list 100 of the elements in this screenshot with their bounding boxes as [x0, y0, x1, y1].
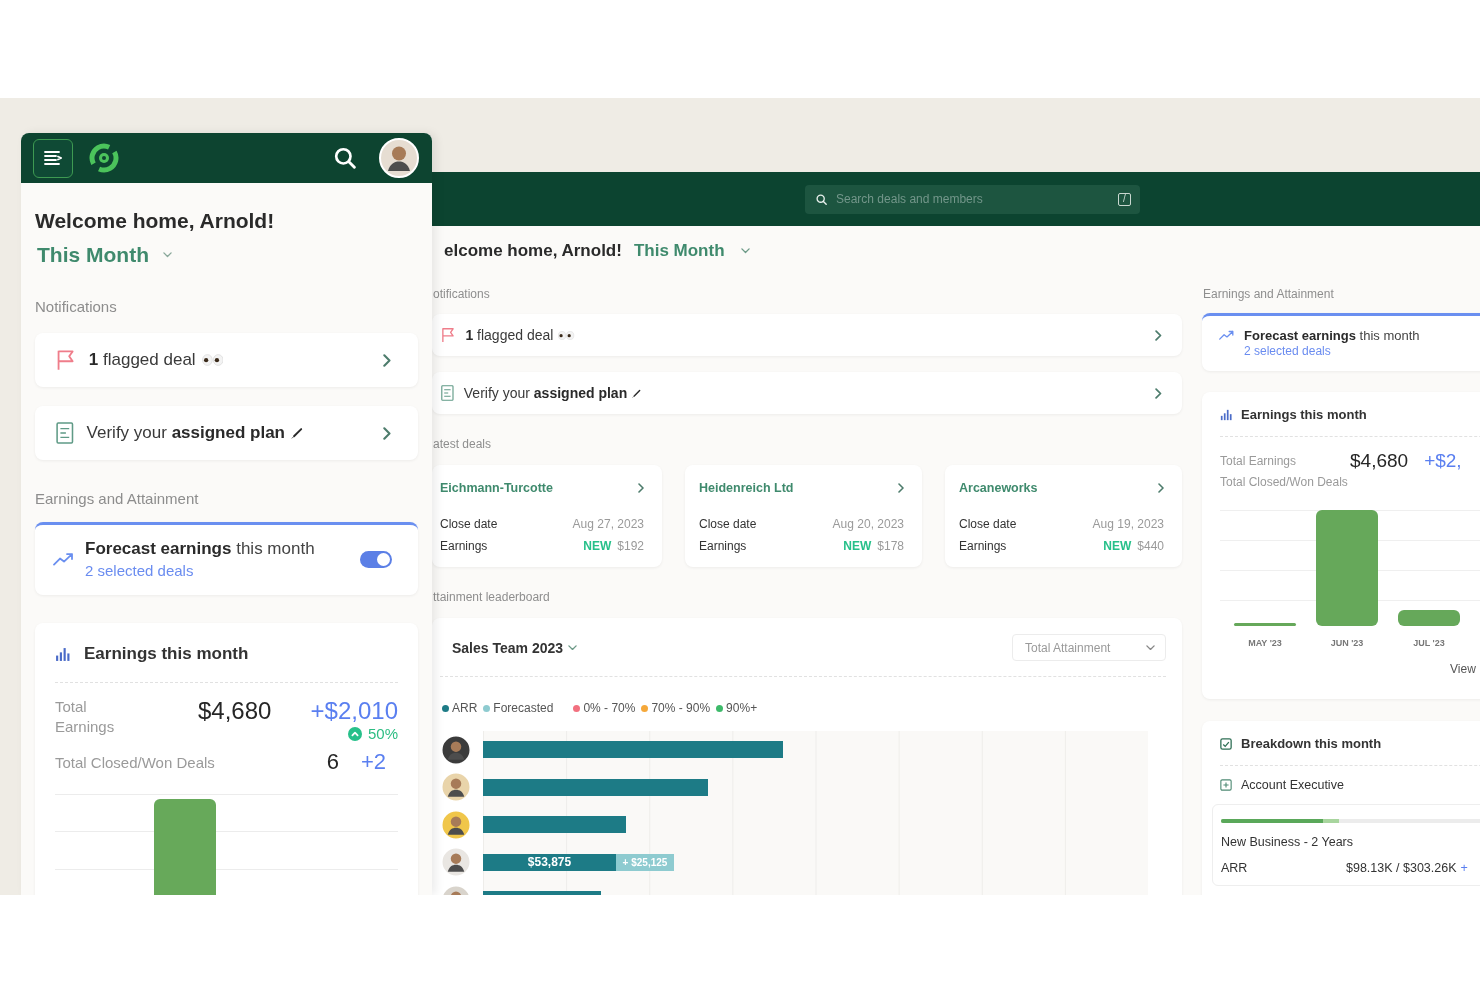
notification-card[interactable]: Verify your assigned plan: [35, 406, 418, 460]
deal-name: Eichmann-Turcotte: [440, 481, 553, 495]
new-label: NEW: [1103, 539, 1132, 554]
month-label: JUN '23: [1329, 638, 1365, 648]
member-avatar: [441, 847, 471, 878]
chevron-down-icon: [740, 248, 750, 254]
period-dropdown[interactable]: This Month: [633, 240, 750, 262]
deal-card[interactable]: Heidenreich Ltd Close date Aug 20, 2023 Earnings NEW $178: [685, 465, 922, 567]
bar-chart-icon: [55, 646, 70, 662]
chevron-right-icon: [638, 483, 644, 493]
field-value: $178: [877, 539, 904, 554]
chart-bar: [1234, 623, 1296, 626]
notification-text: Verify your assigned plan: [463, 385, 628, 401]
field-label: Close date: [959, 517, 1017, 532]
section-label: ttainment leaderboard: [432, 590, 551, 605]
month-label: MAY '23: [1247, 638, 1283, 648]
chevron-right-icon: [383, 353, 391, 367]
new-label: NEW: [843, 539, 872, 554]
document-icon: [56, 422, 74, 444]
chevron-down-icon: [568, 644, 578, 651]
field-label: Close date: [440, 517, 498, 532]
stat-change: +2: [360, 749, 386, 775]
search-icon: [816, 193, 827, 205]
trend-up-icon: [53, 551, 75, 567]
metric-label: ARR: [1221, 861, 1249, 875]
stat-label: Total Closed/Won Deals: [1220, 475, 1349, 490]
stat-label: Total Closed/Won Deals: [55, 753, 215, 771]
flag-icon: [441, 327, 456, 343]
checked-box-icon: [1220, 738, 1232, 750]
forecast-title: Forecast earnings this month: [85, 538, 315, 559]
pen-icon: [291, 427, 303, 439]
stat-value: $4,680: [1350, 450, 1409, 472]
stat-change: +$2,010: [310, 697, 398, 725]
notification-card[interactable]: 1 flagged deal: [432, 314, 1182, 356]
field-label: Close date: [699, 517, 757, 532]
card-title: Earnings this month: [1241, 406, 1367, 424]
welcome-heading: Welcome home, Arnold!: [35, 208, 276, 234]
menu-icon: [44, 150, 62, 166]
notification-text: 1 flagged deal: [465, 327, 554, 343]
pen-icon: [632, 388, 642, 398]
notification-text: 1 flagged deal: [88, 350, 196, 370]
role-label: Account Executive: [1241, 778, 1344, 792]
plan-name: New Business - 2 Years: [1221, 835, 1354, 849]
card-title: Breakdown this month: [1241, 735, 1382, 753]
section-label: Earnings and Attainment: [1202, 287, 1335, 302]
chevron-right-icon: [898, 483, 904, 493]
search-input[interactable]: Search deals and members: [836, 190, 1109, 208]
metric-value: $98.13K / $303.26K: [1346, 861, 1457, 875]
profile-avatar[interactable]: [379, 138, 419, 178]
metric-change: +: [1460, 861, 1468, 875]
deal-name: Heidenreich Ltd: [699, 481, 794, 495]
chevron-down-icon: [163, 252, 172, 258]
deal-card[interactable]: Arcaneworks Close date Aug 19, 2023 Earnings NEW $440: [945, 465, 1182, 567]
field-label: Earnings: [440, 539, 488, 554]
deal-card[interactable]: Eichmann-Turcotte Close date Aug 27, 2023 Earnings NEW $192: [432, 465, 662, 567]
chevron-down-icon: [1146, 644, 1155, 651]
field-value: Aug 27, 2023: [572, 517, 644, 532]
logo-icon: [88, 142, 120, 174]
team-dropdown[interactable]: Sales Team 2023: [452, 639, 578, 656]
card-title: Earnings this month: [84, 643, 249, 665]
legend-label: ARR: [452, 701, 478, 715]
field-value: $192: [617, 539, 644, 554]
document-icon: [441, 385, 454, 401]
bar-chart-icon: [1220, 409, 1232, 421]
menu-button[interactable]: [33, 138, 73, 178]
field-label: Earnings: [699, 539, 747, 554]
field-label: Earnings: [959, 539, 1007, 554]
member-avatar: [441, 772, 471, 803]
toggle-switch[interactable]: [360, 550, 392, 568]
stat-label: Total Earnings: [55, 697, 116, 737]
bar-value-label: $53,875: [527, 855, 572, 870]
period-dropdown[interactable]: This Month: [35, 242, 172, 268]
shortcut-key: /: [1118, 192, 1131, 206]
chevron-right-icon: [1155, 329, 1162, 341]
member-avatar: [441, 809, 471, 840]
chart-bar: [1398, 610, 1460, 626]
month-label: JUL '23: [1412, 638, 1446, 648]
search-field[interactable]: Search deals and members /: [805, 184, 1140, 214]
notification-card[interactable]: Verify your assigned plan: [432, 372, 1182, 414]
percent-change: 50%: [367, 725, 398, 743]
forecast-title: Forecast earnings this month: [1244, 327, 1420, 344]
view-link[interactable]: View: [1450, 662, 1476, 676]
welcome-heading: elcome home, Arnold!: [444, 241, 622, 261]
search-icon[interactable]: [334, 147, 356, 169]
section-label: otifications: [432, 287, 491, 302]
flag-icon: [56, 349, 76, 371]
eyes-icon: [201, 354, 224, 366]
legend-label: Forecasted: [493, 701, 554, 715]
chevron-right-icon: [1155, 387, 1162, 399]
arrow-circle-icon: [347, 727, 362, 741]
stat-label: Total Earnings: [1220, 454, 1298, 468]
section-label: Earnings and Attainment: [35, 490, 200, 508]
deal-name: Arcaneworks: [959, 481, 1038, 495]
field-value: $440: [1137, 539, 1164, 554]
plus-square-icon: [1220, 779, 1232, 791]
stat-value: $4,680: [198, 697, 272, 725]
legend-label: 90%+: [726, 701, 758, 715]
field-value: Aug 19, 2023: [1092, 517, 1164, 532]
notification-card[interactable]: 1 flagged deal: [35, 333, 418, 387]
chevron-right-icon: [1158, 483, 1164, 493]
